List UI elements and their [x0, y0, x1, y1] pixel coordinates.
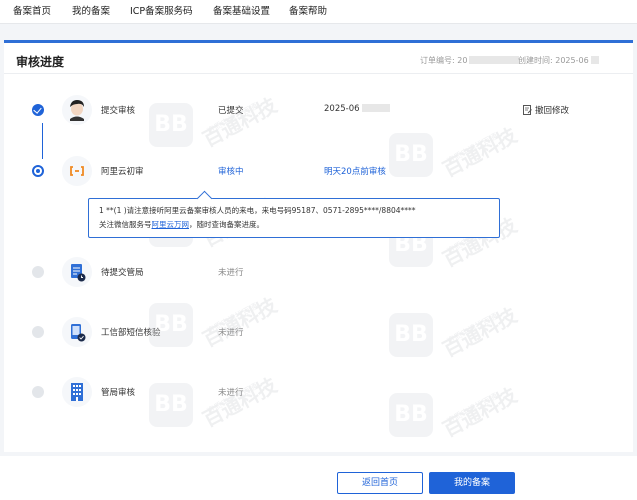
step-active-indicator: [32, 165, 44, 177]
step-done-check-icon: [32, 104, 44, 116]
revoke-edit-button[interactable]: 撤回修改: [523, 104, 569, 118]
step-name-submit: 提交审核: [101, 106, 136, 116]
step-eta-aliyun-review: 明天20点前审核: [324, 167, 386, 177]
notice-call-text: 1 **(1 )请注意接听阿里云备案审核人员的来电，来电号码95187、0571…: [99, 206, 416, 215]
page-title: 审核进度: [16, 55, 65, 69]
nav-item-basic-settings[interactable]: 备案基础设置: [213, 3, 270, 17]
step-pending-indicator: [32, 386, 44, 398]
review-progress-card: 审核进度 订单编号: 20 创建时间: 2025-06 提交审核 已提交 202…: [4, 40, 633, 452]
document-clock-icon: [62, 257, 92, 287]
back-home-button[interactable]: 返回首页: [337, 472, 423, 494]
step-status-bureau-review: 未进行: [218, 388, 244, 398]
my-filings-button[interactable]: 我的备案: [429, 472, 515, 494]
step-name-submit-bureau: 待提交管局: [101, 268, 144, 278]
created-time: 创建时间: 2025-06: [518, 55, 599, 66]
step-status-submit: 已提交: [218, 106, 244, 116]
step-pending-indicator: [32, 326, 44, 338]
phone-verify-icon: [62, 317, 92, 347]
step-name-bureau-review: 管局审核: [101, 388, 136, 398]
revoke-edit-label: 撤回修改: [535, 106, 570, 116]
step-pending-indicator: [32, 266, 44, 278]
nav-item-service-code[interactable]: ICP备案服务码: [130, 3, 193, 17]
nav-item-home[interactable]: 备案首页: [13, 3, 51, 17]
call-notice-box: 1 **(1 )请注意接听阿里云备案审核人员的来电，来电号码95187、0571…: [88, 198, 500, 238]
order-number: 订单编号: 20: [420, 55, 520, 66]
nav-item-my-filings[interactable]: 我的备案: [72, 3, 110, 17]
footer-bar: 返回首页 我的备案: [0, 456, 637, 500]
building-icon: [62, 377, 92, 407]
nav-item-help[interactable]: 备案帮助: [289, 3, 327, 17]
divider: [4, 73, 633, 74]
avatar-icon: [62, 95, 92, 125]
timeline-connector: [42, 123, 43, 159]
step-name-sms-verify: 工信部短信核验: [101, 328, 161, 338]
step-status-aliyun-review: 审核中: [218, 167, 244, 177]
notice-wechat-line: 关注微信服务号阿里云万网，随时查询备案进度。: [99, 220, 264, 229]
step-status-submit-bureau: 未进行: [218, 268, 244, 278]
aliyun-logo-icon: [62, 156, 92, 186]
step-date-submit: 2025-06: [324, 104, 390, 114]
step-status-sms-verify: 未进行: [218, 328, 244, 338]
edit-document-icon: [523, 105, 532, 118]
top-nav: 备案首页 我的备案 ICP备案服务码 备案基础设置 备案帮助: [0, 0, 637, 24]
step-name-aliyun-review: 阿里云初审: [101, 167, 144, 177]
wechat-account-link[interactable]: 阿里云万网: [152, 220, 190, 229]
